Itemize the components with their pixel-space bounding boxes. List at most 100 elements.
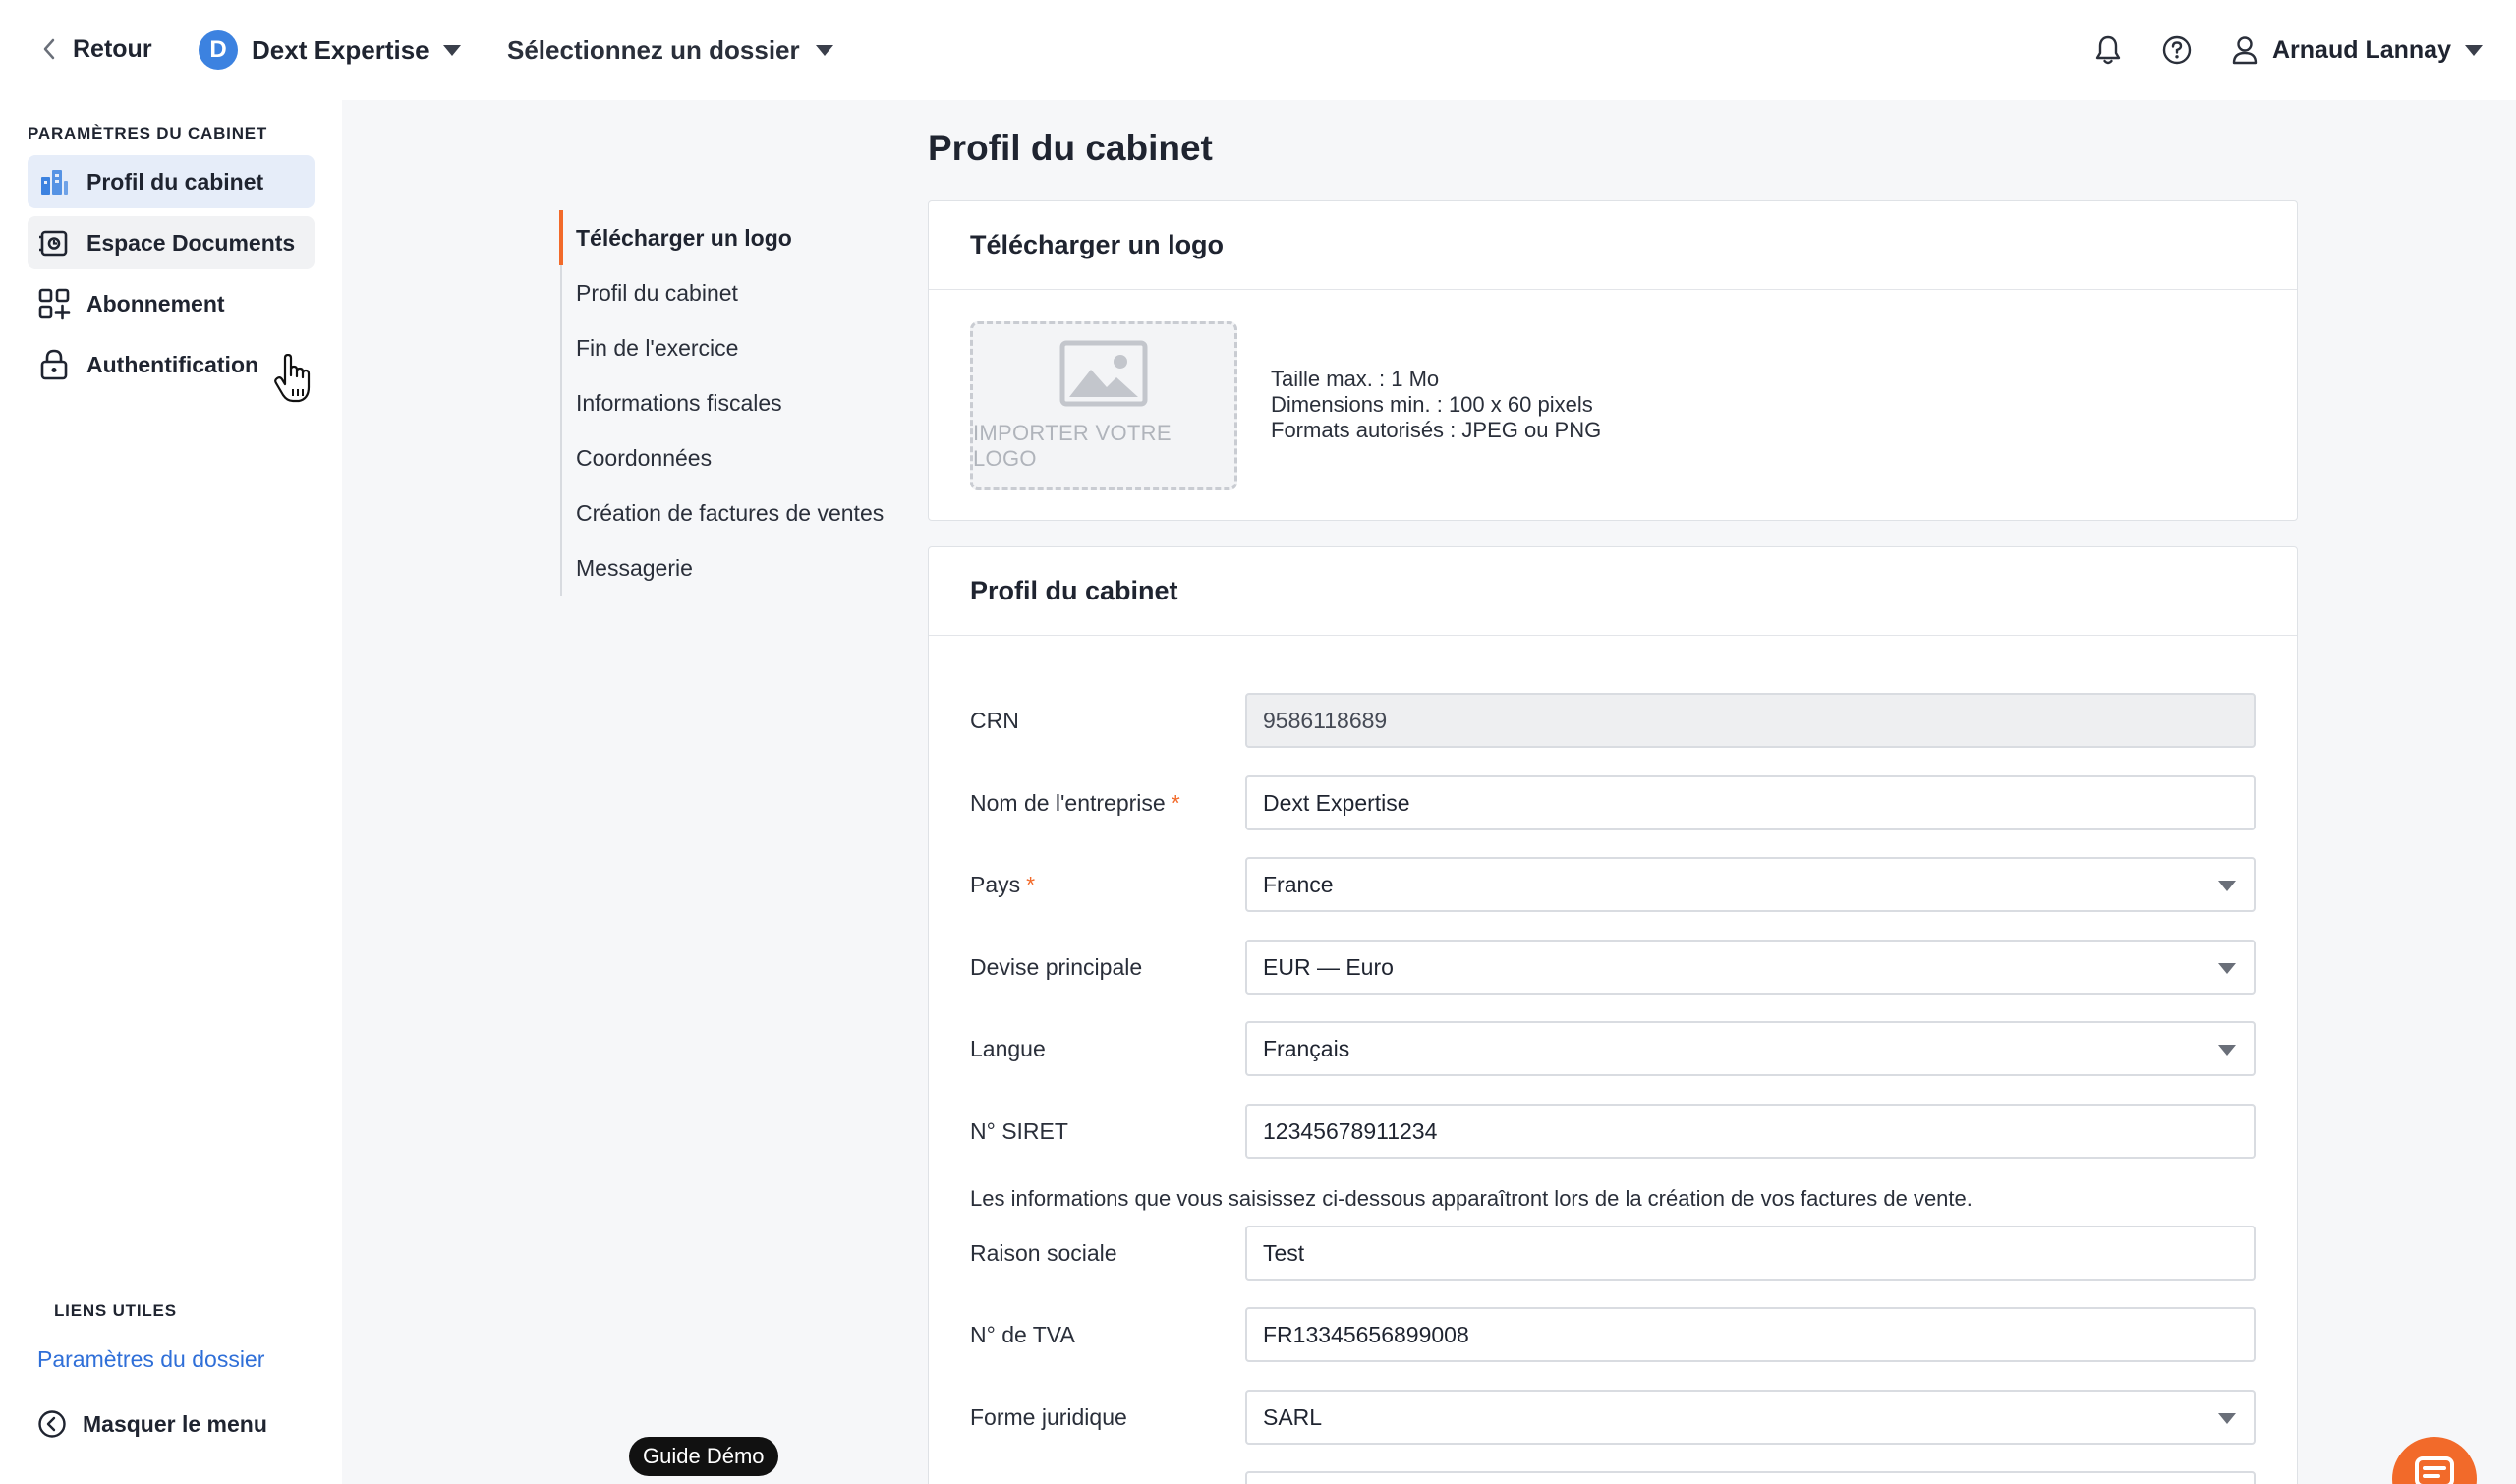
sidebar: PARAMÈTRES DU CABINET Profil du cabinet … xyxy=(0,100,342,1484)
vat-label: N° de TVA xyxy=(970,1321,1075,1347)
legal-form-select[interactable]: SARL xyxy=(1245,1390,2256,1445)
logo-requirements: Taille max. : 1 Mo Dimensions min. : 100… xyxy=(1271,367,1601,443)
country-label: Pays * xyxy=(970,871,1036,897)
anchor-informations-fiscales[interactable]: Informations fiscales xyxy=(562,375,885,430)
building-chart-icon xyxy=(41,170,68,195)
anchor-profil-cabinet[interactable]: Profil du cabinet xyxy=(562,265,885,320)
language-row: Langue Français xyxy=(970,1021,2258,1076)
sidebar-item-label: Abonnement xyxy=(86,290,225,316)
country-select[interactable]: France xyxy=(1245,857,2256,912)
company-name-row: Nom de l'entreprise * Dext Expertise xyxy=(970,775,2258,830)
back-label: Retour xyxy=(73,34,152,63)
hide-menu-label: Masquer le menu xyxy=(83,1410,267,1437)
anchor-messagerie[interactable]: Messagerie xyxy=(562,541,885,596)
user-icon xyxy=(2232,36,2258,65)
back-button[interactable]: Retour xyxy=(39,29,152,69)
card-header: Profil du cabinet xyxy=(929,547,2297,636)
card-header: Télécharger un logo xyxy=(929,201,2297,290)
required-mark: * xyxy=(1026,871,1036,897)
page-title: Profil du cabinet xyxy=(928,128,1213,168)
currency-select[interactable]: EUR — Euro xyxy=(1245,940,2256,995)
hide-menu-button[interactable]: Masquer le menu xyxy=(37,1409,267,1439)
logo-formats: Formats autorisés : JPEG ou PNG xyxy=(1271,418,1602,442)
user-menu[interactable]: Arnaud Lannay xyxy=(2231,29,2483,71)
image-placeholder-icon xyxy=(1059,340,1148,407)
folder-select-dropdown[interactable]: Sélectionnez un dossier xyxy=(507,29,833,71)
chevron-down-icon xyxy=(815,44,833,56)
chevron-down-icon xyxy=(442,44,461,56)
useful-links-title: LIENS UTILES xyxy=(54,1301,177,1320)
sidebar-item-authentification[interactable]: Authentification xyxy=(28,338,314,391)
anchor-telecharger-logo[interactable]: Télécharger un logo xyxy=(559,210,885,265)
next-field-row xyxy=(970,1471,2258,1484)
legal-form-row: Forme juridique SARL xyxy=(970,1390,2258,1445)
vat-row: N° de TVA FR13345656899008 xyxy=(970,1307,2258,1362)
sidebar-item-profil-du-cabinet[interactable]: Profil du cabinet xyxy=(28,155,314,208)
logo-dropzone[interactable]: IMPORTER VOTRE LOGO xyxy=(970,321,1237,490)
company-profile-card: Profil du cabinet CRN 9586118689 Nom de … xyxy=(928,546,2298,1484)
help-button[interactable] xyxy=(2156,29,2198,71)
company-switcher[interactable]: D Dext Expertise xyxy=(199,29,461,71)
country-row: Pays * France xyxy=(970,857,2258,912)
user-name: Arnaud Lannay xyxy=(2272,35,2451,64)
main-content: Profil du cabinet Télécharger un logo Pr… xyxy=(342,100,2516,1484)
sidebar-item-espace-documents[interactable]: Espace Documents xyxy=(28,216,314,269)
sidebar-item-label: Authentification xyxy=(86,351,259,377)
bell-icon xyxy=(2095,35,2121,65)
chevron-down-icon xyxy=(2218,1045,2236,1056)
sidebar-section-title: PARAMÈTRES DU CABINET xyxy=(28,124,268,143)
card-title: Télécharger un logo xyxy=(970,230,1225,259)
vat-field[interactable]: FR13345656899008 xyxy=(1245,1307,2256,1362)
chevron-left-circle-icon xyxy=(38,1410,66,1438)
language-select[interactable]: Français xyxy=(1245,1021,2256,1076)
siret-row: N° SIRET 12345678911234 xyxy=(970,1104,2258,1159)
chevron-left-icon xyxy=(43,38,55,60)
card-title: Profil du cabinet xyxy=(970,576,1178,605)
chevron-down-icon xyxy=(2464,44,2483,56)
grid-plus-icon xyxy=(38,288,71,320)
currency-row: Devise principale EUR — Euro xyxy=(970,940,2258,995)
sidebar-item-label: Profil du cabinet xyxy=(86,168,264,195)
legal-form-label: Forme juridique xyxy=(970,1403,1127,1430)
notifications-button[interactable] xyxy=(2087,29,2129,71)
logo-min-dimensions: Dimensions min. : 100 x 60 pixels xyxy=(1271,392,1593,417)
sidebar-item-label: Espace Documents xyxy=(86,229,296,256)
top-bar: Retour D Dext Expertise Sélectionnez un … xyxy=(0,0,2516,100)
siret-field[interactable]: 12345678911234 xyxy=(1245,1104,2256,1159)
legal-name-label: Raison sociale xyxy=(970,1239,1117,1266)
lock-icon xyxy=(40,349,68,380)
invoice-info-text: Les informations que vous saisissez ci-d… xyxy=(970,1186,1973,1211)
anchor-fin-exercice[interactable]: Fin de l'exercice xyxy=(562,320,885,375)
crn-label: CRN xyxy=(970,707,1019,733)
chevron-down-icon xyxy=(2218,1413,2236,1424)
next-field[interactable] xyxy=(1245,1471,2256,1484)
company-name: Dext Expertise xyxy=(252,34,429,65)
help-circle-icon xyxy=(2162,35,2192,65)
language-label: Langue xyxy=(970,1035,1046,1061)
chevron-down-icon xyxy=(2218,963,2236,974)
folder-select-label: Sélectionnez un dossier xyxy=(507,34,800,65)
currency-label: Devise principale xyxy=(970,953,1143,980)
logo-dropzone-label: IMPORTER VOTRE LOGO xyxy=(973,421,1172,471)
company-avatar: D xyxy=(199,30,238,70)
section-anchor-nav: Télécharger un logo Profil du cabinet Fi… xyxy=(559,210,885,596)
chat-icon xyxy=(2415,1456,2454,1484)
document-space-icon xyxy=(39,230,68,257)
logo-max-size: Taille max. : 1 Mo xyxy=(1271,367,1440,391)
chevron-down-icon xyxy=(2218,881,2236,891)
crn-field: 9586118689 xyxy=(1245,693,2256,748)
hand-pointer-icon xyxy=(274,354,311,403)
anchor-creation-factures[interactable]: Création de factures de ventes xyxy=(562,485,885,541)
anchor-coordonnees[interactable]: Coordonnées xyxy=(562,430,885,485)
company-name-label: Nom de l'entreprise * xyxy=(970,789,1180,816)
company-name-field[interactable]: Dext Expertise xyxy=(1245,775,2256,830)
siret-label: N° SIRET xyxy=(970,1117,1068,1144)
legal-name-field[interactable]: Test xyxy=(1245,1226,2256,1281)
logo-upload-card: Télécharger un logo IMPORTER VOTRE LOGO … xyxy=(928,200,2298,521)
required-mark: * xyxy=(1171,789,1180,816)
sidebar-item-abonnement[interactable]: Abonnement xyxy=(28,277,314,330)
legal-name-row: Raison sociale Test xyxy=(970,1226,2258,1281)
crn-row: CRN 9586118689 xyxy=(970,693,2258,748)
guide-demo-button[interactable]: Guide Démo xyxy=(629,1437,778,1476)
folder-settings-link[interactable]: Paramètres du dossier xyxy=(37,1346,264,1373)
